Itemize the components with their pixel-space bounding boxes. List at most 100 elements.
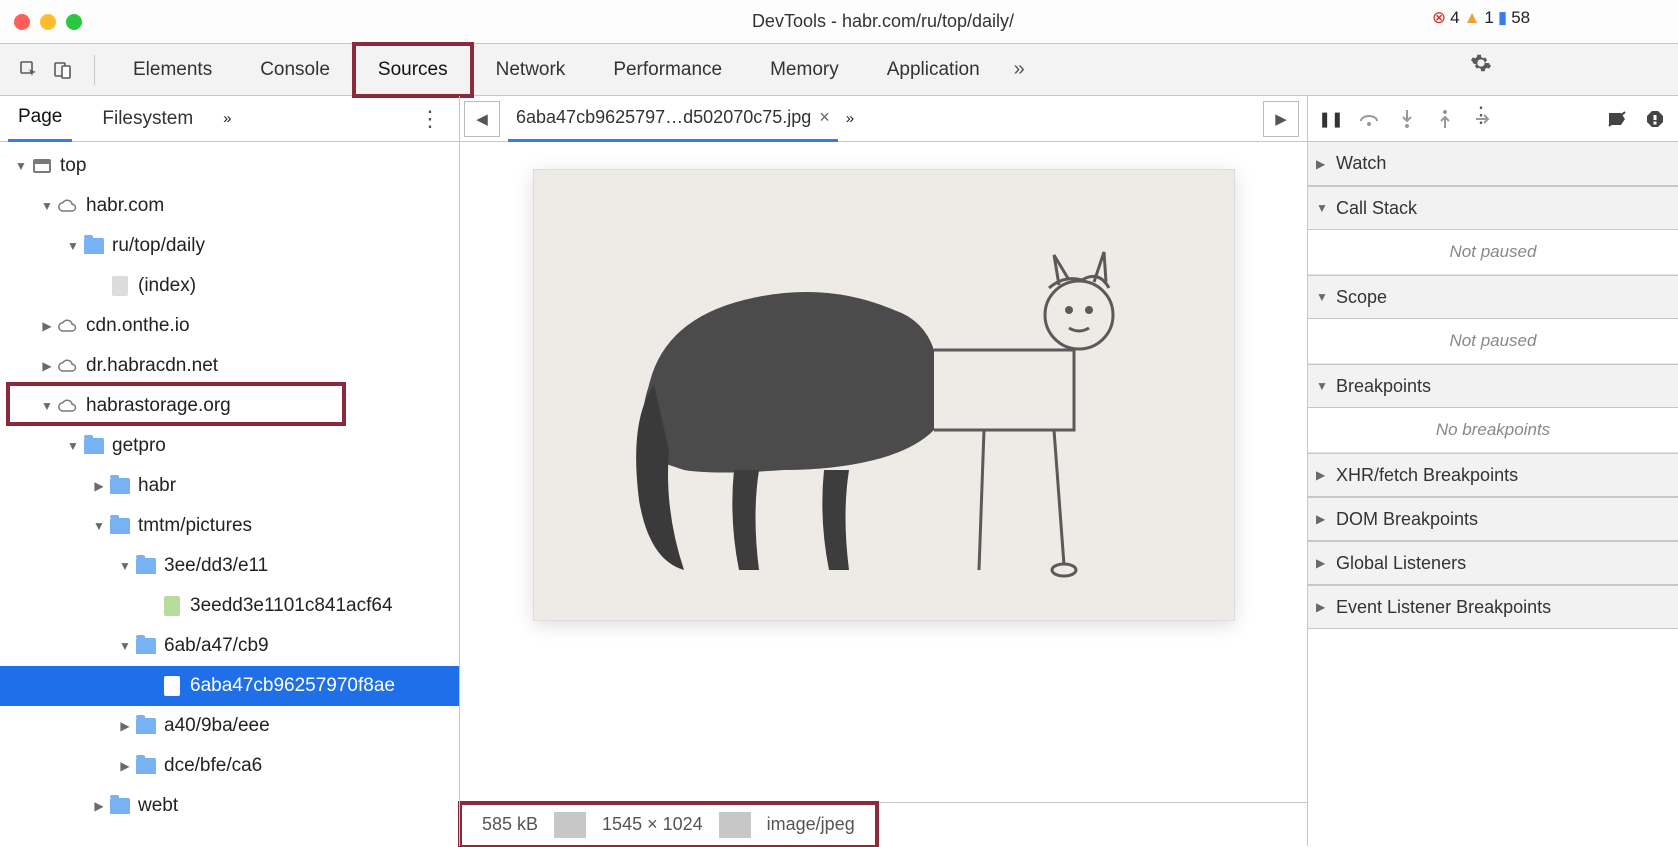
tree-row[interactable]: ▶webt (0, 786, 459, 826)
tree-row[interactable]: ▼getpro (0, 426, 459, 466)
tree-row[interactable]: ▶cdn.onthe.io (0, 306, 459, 346)
traffic-lights (14, 14, 82, 30)
section-header[interactable]: ▶ XHR/fetch Breakpoints (1308, 453, 1678, 497)
tree-row[interactable]: ▼3ee/dd3/e11 (0, 546, 459, 586)
tab-application[interactable]: Application (863, 44, 1004, 96)
tree-label: dce/bfe/ca6 (164, 755, 262, 777)
devtools-tabbar: Elements Console Sources Network Perform… (0, 44, 1678, 96)
tree-row[interactable]: ▼6ab/a47/cb9 (0, 626, 459, 666)
chevron-icon: ▶ (1316, 157, 1330, 171)
console-counters[interactable]: ⊗4 ▲1 ▮58 (1432, 8, 1530, 28)
gfile-icon (162, 596, 182, 616)
chevron-icon: ▶ (1316, 468, 1330, 482)
section-header[interactable]: ▼ Breakpoints (1308, 364, 1678, 408)
step-out-icon[interactable] (1432, 106, 1458, 132)
tree-row[interactable]: ▶dr.habracdn.net (0, 346, 459, 386)
file-tree[interactable]: ▼top▼habr.com▼ru/top/daily (index) ▶cdn.on… (0, 142, 459, 846)
warning-icon: ▲ (1464, 8, 1481, 28)
tab-memory[interactable]: Memory (746, 44, 863, 96)
more-tabs-icon[interactable]: » (1004, 58, 1035, 81)
tree-row[interactable]: ▶a40/9ba/eee (0, 706, 459, 746)
step-icon[interactable] (1470, 106, 1496, 132)
tree-label: tmtm/pictures (138, 515, 252, 537)
image-preview (534, 170, 1234, 620)
editor-file-tab[interactable]: 6aba47cb9625797…d502070c75.jpg × (508, 96, 838, 142)
tree-row[interactable]: 6aba47cb96257970f8ae (0, 666, 459, 706)
tree-row[interactable]: ▶dce/bfe/ca6 (0, 746, 459, 786)
folder-icon (110, 796, 130, 816)
section-label: Breakpoints (1336, 376, 1431, 397)
nav-next-icon[interactable]: ▶ (1263, 101, 1299, 137)
tree-label: dr.habracdn.net (86, 355, 218, 377)
chevron-icon: ▼ (1316, 379, 1330, 393)
section-header[interactable]: ▶Event Listener Breakpoints (1308, 585, 1678, 629)
tree-label: top (60, 155, 86, 177)
file-icon (110, 276, 130, 296)
section-header[interactable]: ▶Global Listeners (1308, 541, 1678, 585)
section-label: XHR/fetch Breakpoints (1336, 465, 1518, 486)
tab-performance[interactable]: Performance (589, 44, 746, 96)
file-size: 585 kB (466, 814, 554, 835)
step-into-icon[interactable] (1394, 106, 1420, 132)
section-label: Watch (1336, 153, 1386, 174)
minimize-window-button[interactable] (40, 14, 56, 30)
folder-icon (84, 236, 104, 256)
pause-icon[interactable]: ❚❚ (1318, 106, 1344, 132)
chevron-icon: ▼ (1316, 201, 1330, 215)
close-window-button[interactable] (14, 14, 30, 30)
tree-row[interactable]: ▼tmtm/pictures (0, 506, 459, 546)
section-header[interactable]: ▼Call Stack (1308, 186, 1678, 230)
settings-icon[interactable] (1464, 46, 1498, 80)
folder-icon (84, 436, 104, 456)
nav-prev-icon[interactable]: ◀ (464, 101, 500, 137)
source-viewer: ◀ 6aba47cb9625797…d502070c75.jpg × » ▶ (460, 96, 1308, 846)
section-header[interactable]: ▼Scope (1308, 275, 1678, 319)
navigator-tab-page[interactable]: Page (8, 96, 72, 142)
tree-label: (index) (138, 275, 196, 297)
tree-row[interactable]: ▼top (0, 146, 459, 186)
tree-label: 6aba47cb96257970f8ae (190, 675, 395, 697)
navigator-kebab-icon[interactable]: ⋮ (409, 106, 451, 132)
chevron-icon: ▶ (1316, 512, 1330, 526)
cloud-icon (58, 316, 78, 336)
tree-row[interactable]: (index) (0, 266, 459, 306)
tab-console[interactable]: Console (236, 44, 354, 96)
tree-label: getpro (112, 435, 166, 457)
device-toolbar-icon[interactable] (46, 53, 80, 87)
folder-icon (136, 556, 156, 576)
editor-more-tabs-icon[interactable]: » (846, 110, 854, 127)
section-header[interactable]: ▶ DOM Breakpoints (1308, 497, 1678, 541)
cloud-icon (58, 356, 78, 376)
tree-row[interactable]: 3eedd3e1101c841acf64 (0, 586, 459, 626)
tab-elements[interactable]: Elements (109, 44, 236, 96)
tree-row[interactable]: ▼habrastorage.org (0, 386, 459, 426)
navigator-tabbar: Page Filesystem » ⋮ (0, 96, 459, 142)
navigator-tab-filesystem[interactable]: Filesystem (92, 96, 203, 142)
tree-row[interactable]: ▼habr.com (0, 186, 459, 226)
section-label: DOM Breakpoints (1336, 509, 1478, 530)
tree-row[interactable]: ▶habr (0, 466, 459, 506)
inspect-element-icon[interactable] (12, 53, 46, 87)
pause-on-exceptions-icon[interactable] (1642, 106, 1668, 132)
tree-label: habrastorage.org (86, 395, 231, 417)
deactivate-breakpoints-icon[interactable] (1604, 106, 1630, 132)
tree-label: a40/9ba/eee (164, 715, 270, 737)
tab-sources[interactable]: Sources (354, 44, 472, 96)
maximize-window-button[interactable] (66, 14, 82, 30)
editor-tabbar: ◀ 6aba47cb9625797…d502070c75.jpg × » ▶ (460, 96, 1307, 142)
section-label: Event Listener Breakpoints (1336, 597, 1551, 618)
tree-label: cdn.onthe.io (86, 315, 190, 337)
step-over-icon[interactable] (1356, 106, 1382, 132)
wfile-icon (162, 676, 182, 696)
section-body: Not paused (1308, 230, 1678, 275)
close-tab-icon[interactable]: × (819, 107, 830, 128)
tree-row[interactable]: ▼ru/top/daily (0, 226, 459, 266)
navigator-more-tabs-icon[interactable]: » (223, 110, 231, 127)
image-info-bar: 585 kB 1545 × 1024 image/jpeg (460, 802, 1307, 846)
message-count: 58 (1511, 8, 1530, 28)
tab-network[interactable]: Network (472, 44, 590, 96)
chevron-icon: ▼ (1316, 290, 1330, 304)
error-icon: ⊗ (1432, 8, 1446, 28)
section-header[interactable]: ▶ Watch (1308, 142, 1678, 186)
cloud-icon (58, 196, 78, 216)
